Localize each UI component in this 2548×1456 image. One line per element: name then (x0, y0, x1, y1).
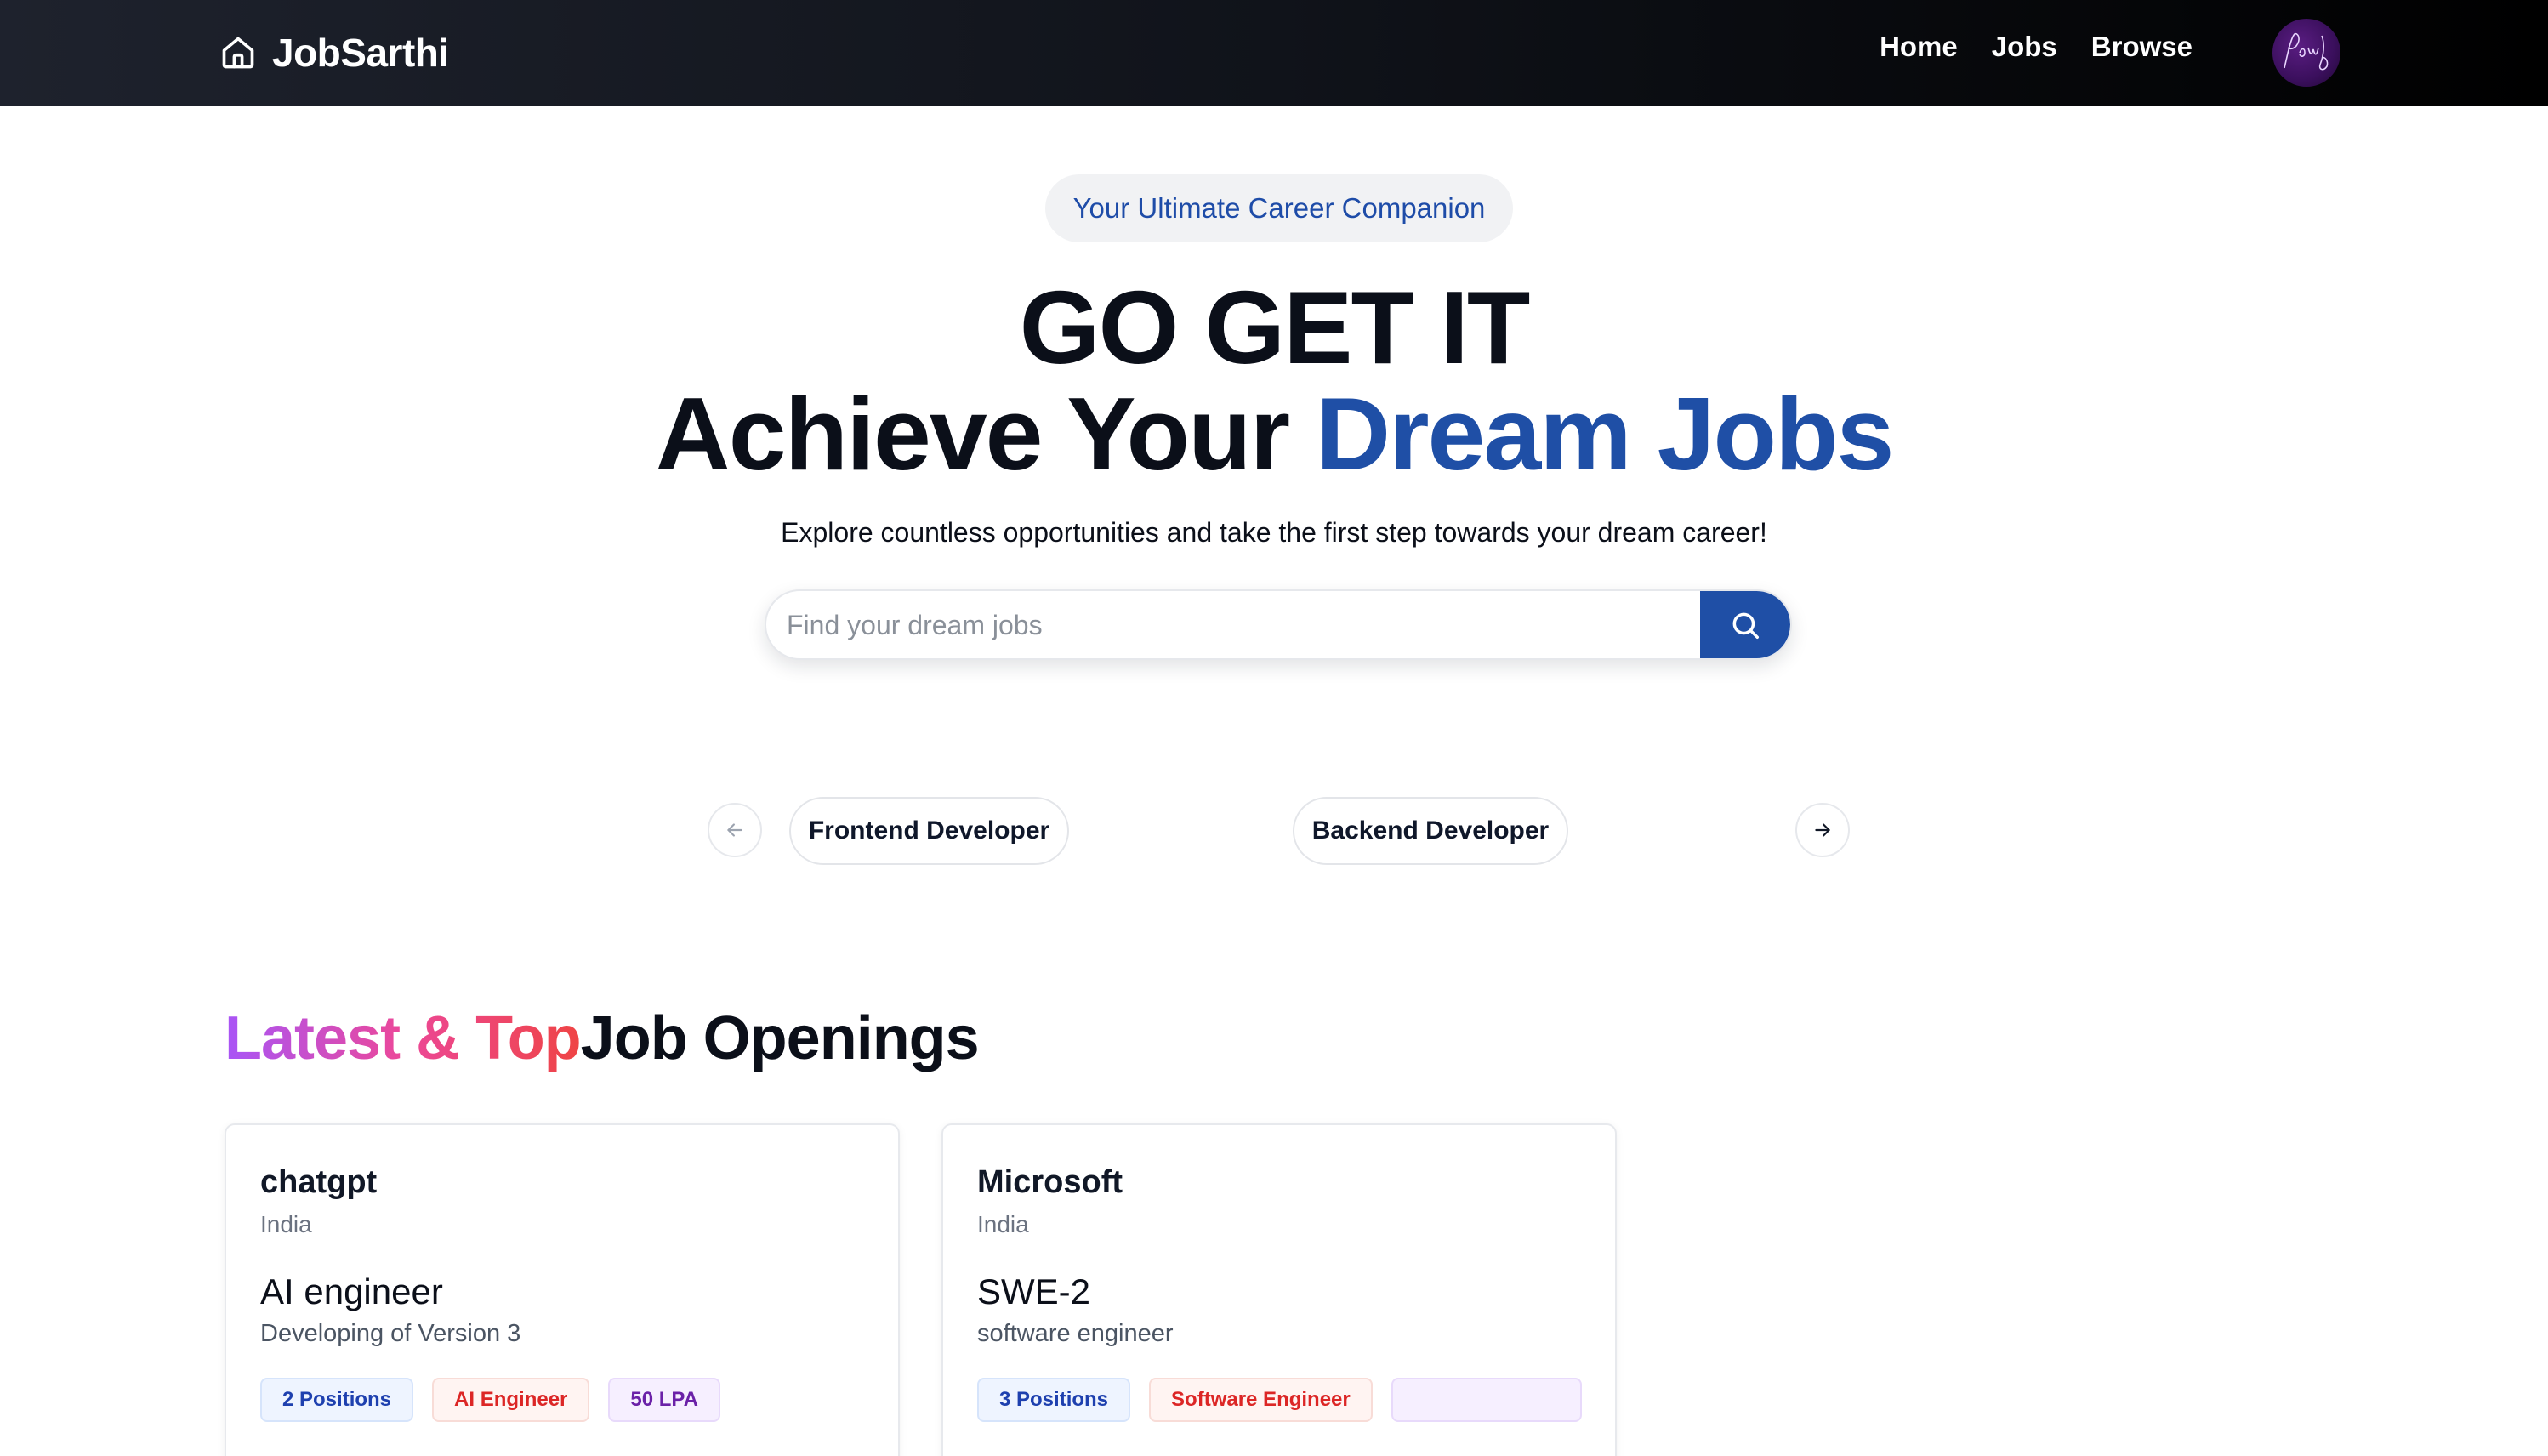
job-tags: 3 Positions Software Engineer (977, 1378, 1590, 1422)
salary-badge: 50 LPA (608, 1378, 720, 1422)
job-description: software engineer (977, 1320, 1174, 1347)
hero-title-line2: Achieve Your Dream Jobs (0, 374, 2548, 493)
nav-links: Home Jobs Browse (1880, 31, 2193, 63)
job-tags: 2 Positions AI Engineer 50 LPA (260, 1378, 873, 1422)
brand-logo[interactable]: JobSarthi (219, 27, 449, 78)
brand-name: JobSarthi (272, 31, 449, 75)
category-chip-frontend[interactable]: Frontend Developer (789, 797, 1069, 865)
carousel-prev-button[interactable] (708, 803, 762, 857)
hero-subtitle: Explore countless opportunities and take… (781, 517, 1767, 548)
role-badge: Software Engineer (1149, 1378, 1373, 1422)
hero-title-highlight: Dream Jobs (1315, 376, 1894, 492)
positions-badge: 2 Positions (260, 1378, 414, 1422)
hero-title-line1: GO GET IT (1019, 270, 1531, 385)
job-title: SWE-2 (977, 1271, 1091, 1311)
search-input[interactable] (787, 591, 1688, 658)
section-title-rest: Job Openings (580, 1004, 980, 1072)
home-icon (222, 37, 254, 69)
page: JobSarthi Home Jobs Browse Your Ultimate… (0, 0, 2548, 1456)
company-name: Microsoft (977, 1164, 1123, 1200)
nav-link-home[interactable]: Home (1880, 31, 1958, 63)
arrow-right-icon (1815, 823, 1830, 837)
arrow-left-icon (727, 823, 742, 837)
role-badge: AI Engineer (432, 1378, 590, 1422)
salary-badge (1391, 1378, 1582, 1422)
job-card[interactable]: Microsoft India SWE-2 software engineer … (941, 1123, 1617, 1456)
navbar: JobSarthi Home Jobs Browse (0, 0, 2548, 106)
hero-title-prefix: Achieve Your (655, 376, 1316, 492)
category-chip-backend[interactable]: Backend Developer (1293, 797, 1568, 865)
job-title: AI engineer (260, 1271, 443, 1311)
nav-link-jobs[interactable]: Jobs (1992, 31, 2057, 63)
search-bar (765, 589, 1792, 660)
positions-badge: 3 Positions (977, 1378, 1131, 1422)
job-location: India (260, 1211, 312, 1237)
section-title: Latest & TopJob Openings (225, 1002, 980, 1075)
job-location: India (977, 1211, 1029, 1237)
job-description: Developing of Version 3 (260, 1320, 521, 1347)
carousel-next-button[interactable] (1795, 803, 1850, 857)
company-name: chatgpt (260, 1164, 378, 1200)
hero-badge: Your Ultimate Career Companion (1045, 174, 1513, 242)
job-card[interactable]: chatgpt India AI engineer Developing of … (225, 1123, 900, 1456)
avatar-signature-icon (2284, 32, 2329, 71)
search-button[interactable] (1700, 591, 1790, 658)
section-title-accent: Latest & Top (225, 1004, 582, 1072)
avatar[interactable] (2272, 19, 2340, 87)
nav-link-browse[interactable]: Browse (2091, 31, 2193, 63)
search-icon (1732, 612, 1759, 639)
